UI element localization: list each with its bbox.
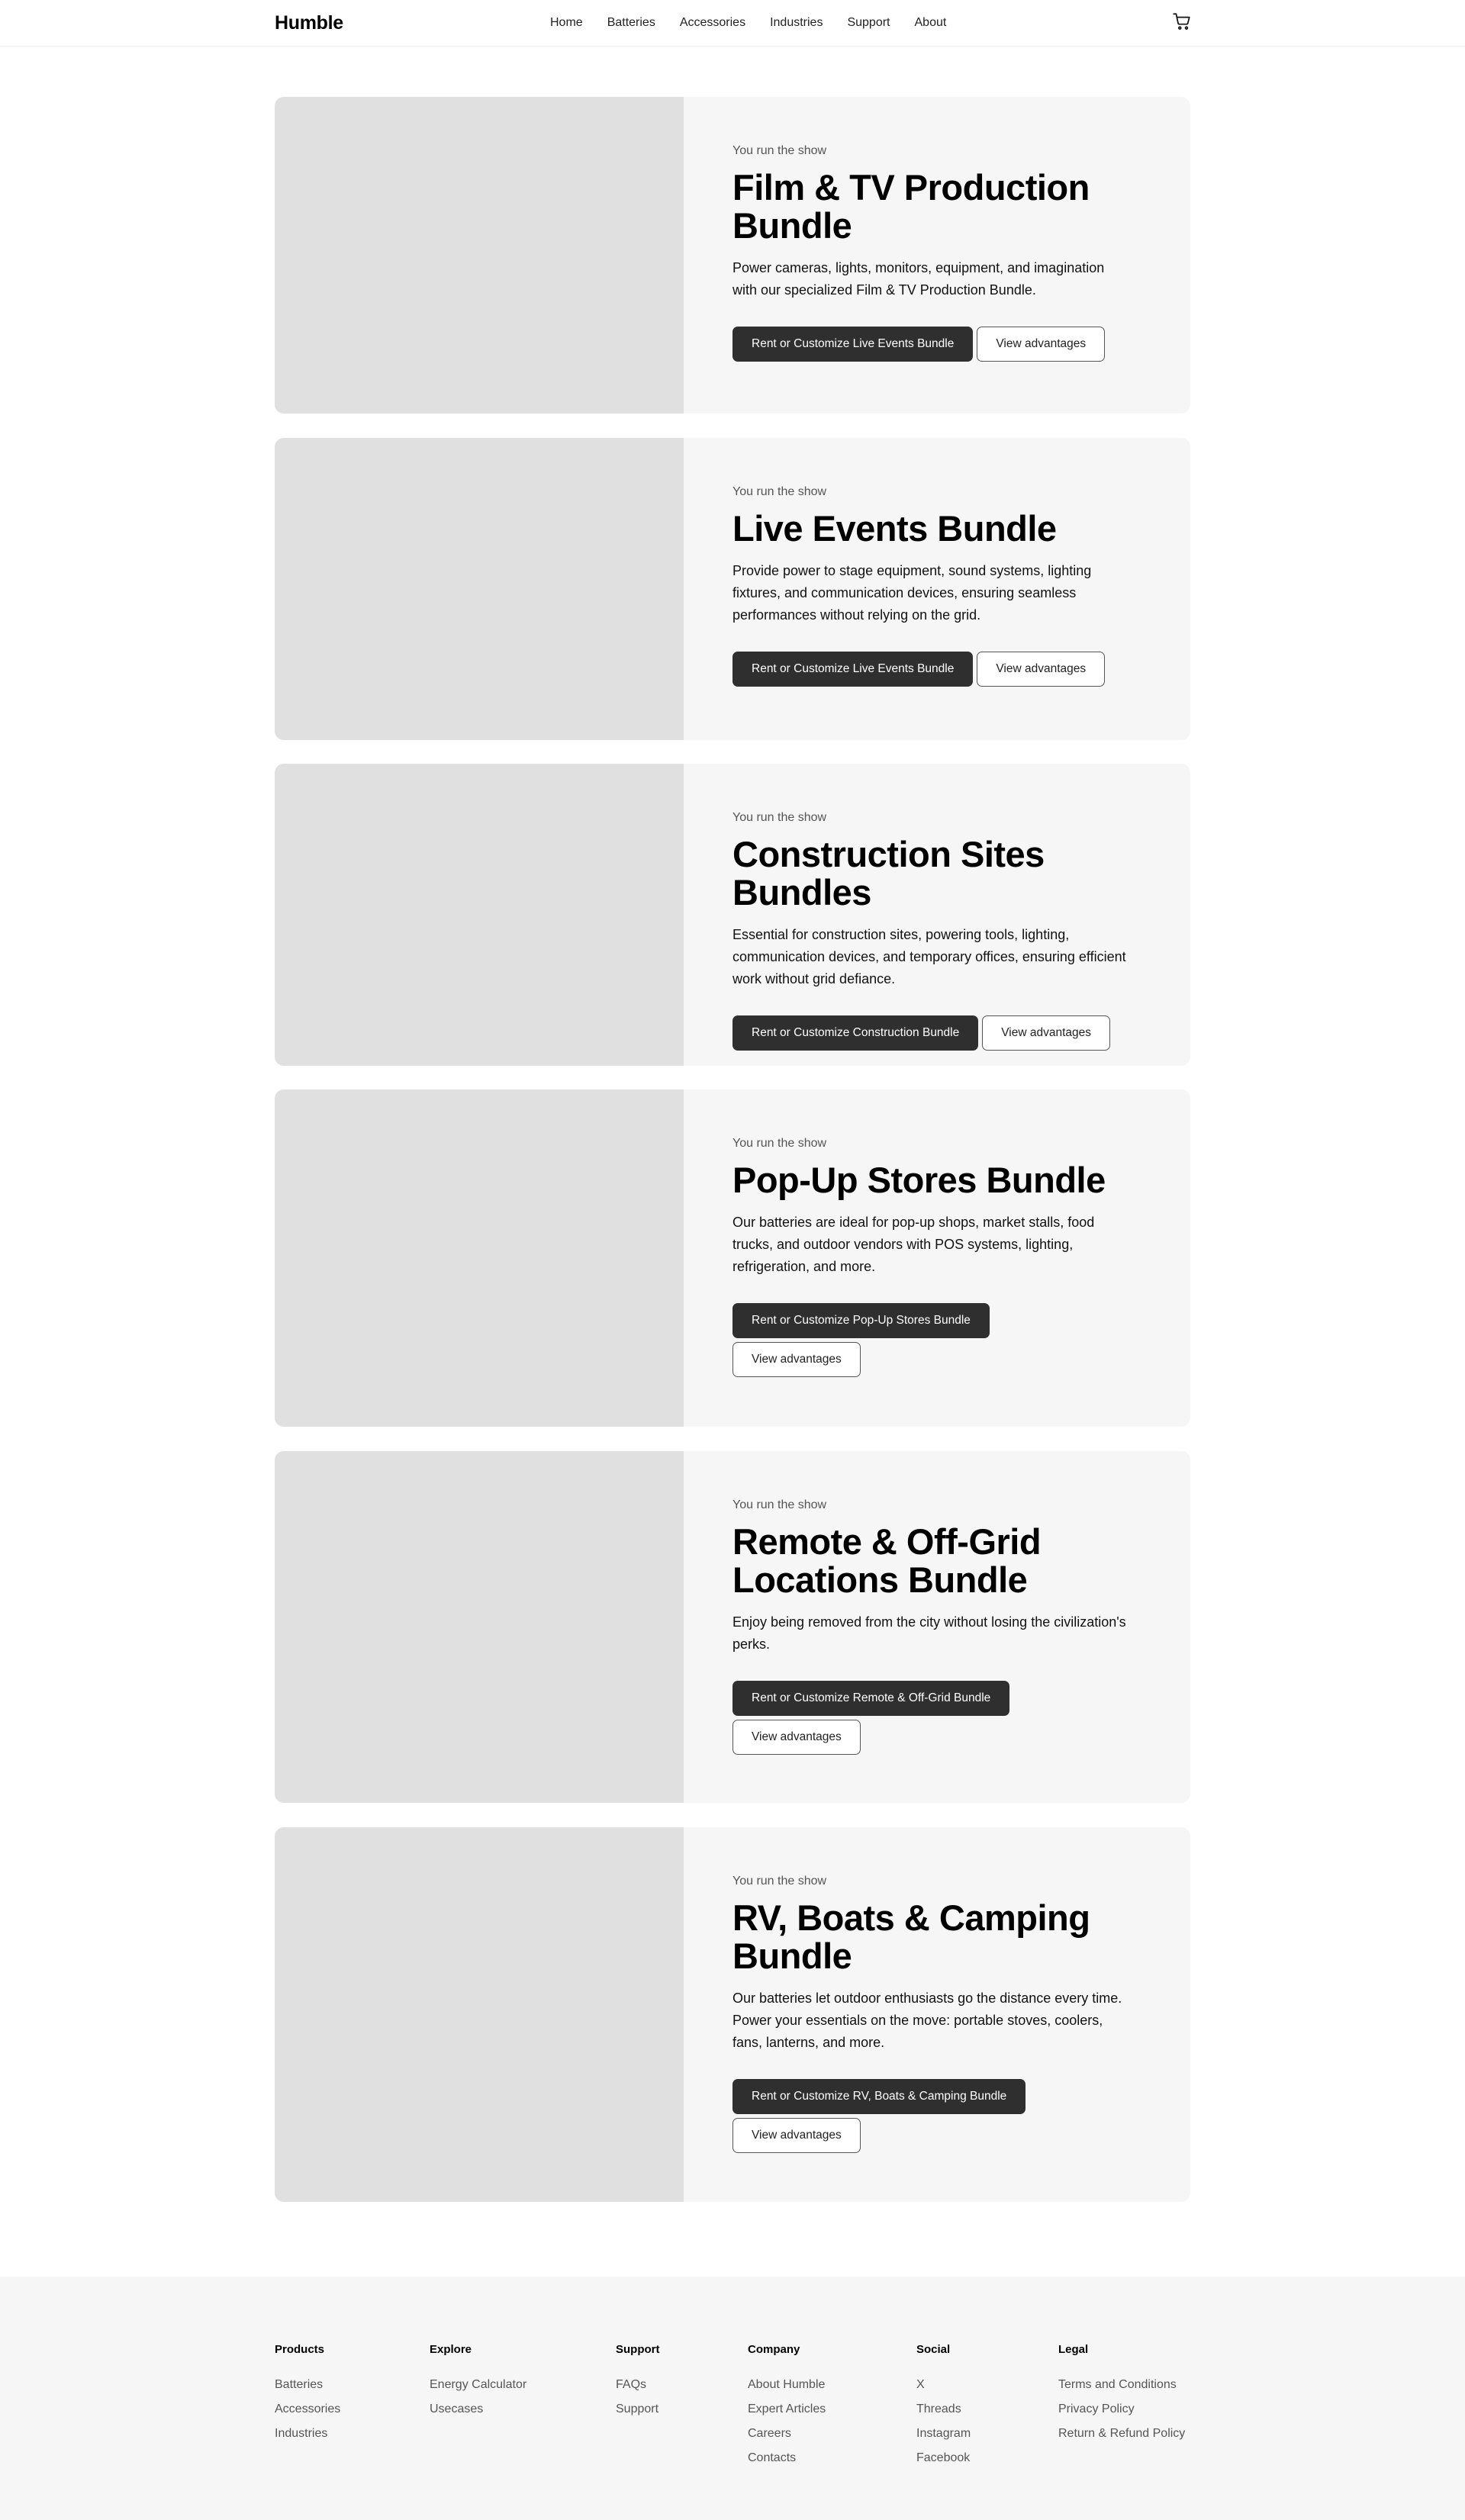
cart-icon[interactable] (1172, 11, 1192, 31)
bundle-card-film-tv: You run the show Film & TV Production Bu… (275, 97, 1190, 414)
rent-customize-button[interactable]: Rent or Customize Remote & Off-Grid Bund… (732, 1681, 1010, 1716)
bundle-content: You run the show Film & TV Production Bu… (732, 144, 1160, 362)
view-advantages-button[interactable]: View advantages (977, 652, 1106, 687)
bundle-image-placeholder (275, 764, 684, 1066)
bundle-description: Power cameras, lights, monitors, equipme… (732, 260, 1105, 298)
view-advantages-button[interactable]: View advantages (732, 1720, 861, 1755)
footer-link-x[interactable]: X (916, 2377, 971, 2393)
footer-link-about-humble[interactable]: About Humble (748, 2377, 826, 2393)
footer-link-refund-policy[interactable]: Return & Refund Policy (1058, 2426, 1185, 2441)
rent-customize-button[interactable]: Rent or Customize Pop-Up Stores Bundle (732, 1303, 990, 1338)
footer-link-terms[interactable]: Terms and Conditions (1058, 2377, 1185, 2393)
bundle-actions: Rent or Customize Live Events Bundle Vie… (732, 652, 1160, 687)
bundle-actions: Rent or Customize Live Events Bundle Vie… (732, 327, 1160, 362)
site-footer: Products Batteries Accessories Industrie… (0, 2277, 1465, 2520)
bundle-content: You run the show RV, Boats & Camping Bun… (732, 1875, 1160, 2153)
bundle-actions: Rent or Customize Construction Bundle Vi… (732, 1015, 1160, 1051)
bundle-title: Pop-Up Stores Bundle (732, 1160, 1106, 1200)
footer-column-legal: Legal Terms and Conditions Privacy Polic… (1058, 2343, 1185, 2451)
bundle-eyebrow: You run the show (732, 1875, 827, 1888)
bundle-content: You run the show Construction Sites Bund… (732, 811, 1160, 1051)
footer-heading: Social (916, 2343, 951, 2356)
nav-about[interactable]: About (915, 16, 947, 30)
bundle-eyebrow: You run the show (732, 811, 827, 824)
nav-industries[interactable]: Industries (770, 16, 823, 30)
footer-link-contacts[interactable]: Contacts (748, 2451, 826, 2466)
bundle-eyebrow: You run the show (732, 144, 827, 157)
bundle-title: Film & TV Production Bundle (732, 167, 1090, 246)
main-nav: Home Batteries Accessories Industries Su… (550, 16, 946, 30)
bundle-description: Enjoy being removed from the city withou… (732, 1614, 1126, 1652)
bundle-description: Provide power to stage equipment, sound … (732, 563, 1092, 623)
footer-column-products: Products Batteries Accessories Industrie… (275, 2343, 340, 2451)
bundle-actions: Rent or Customize Pop-Up Stores Bundle V… (732, 1303, 1053, 1377)
bundle-content: You run the show Live Events Bundle Prov… (732, 485, 1160, 687)
nav-accessories[interactable]: Accessories (680, 16, 745, 30)
footer-heading: Legal (1058, 2343, 1089, 2356)
footer-heading: Support (616, 2343, 660, 2356)
footer-link-threads[interactable]: Threads (916, 2402, 971, 2417)
bundle-title: RV, Boats & Camping Bundle (732, 1897, 1090, 1976)
footer-link-careers[interactable]: Careers (748, 2426, 826, 2441)
bundle-image-placeholder (275, 1827, 684, 2202)
bundle-image-placeholder (275, 1089, 684, 1427)
bundle-actions: Rent or Customize RV, Boats & Camping Bu… (732, 2079, 1053, 2153)
bundle-description: Essential for construction sites, poweri… (732, 927, 1126, 986)
bundle-card-rv-boats-camping: You run the show RV, Boats & Camping Bun… (275, 1827, 1190, 2202)
nav-batteries[interactable]: Batteries (607, 16, 655, 30)
bundle-description: Our batteries are ideal for pop-up shops… (732, 1215, 1095, 1274)
footer-column-company: Company About Humble Expert Articles Car… (748, 2343, 826, 2475)
bundle-content: You run the show Remote & Off-Grid Locat… (732, 1498, 1160, 1755)
bundle-title: Construction Sites Bundles (732, 834, 1045, 912)
nav-support[interactable]: Support (847, 16, 890, 30)
footer-link-expert-articles[interactable]: Expert Articles (748, 2402, 826, 2417)
bundle-eyebrow: You run the show (732, 485, 827, 498)
footer-link-energy-calculator[interactable]: Energy Calculator (430, 2377, 526, 2393)
bundle-actions: Rent or Customize Remote & Off-Grid Bund… (732, 1681, 1053, 1755)
bundle-image-placeholder (275, 97, 684, 414)
nav-home[interactable]: Home (550, 16, 583, 30)
bundle-card-pop-up-stores: You run the show Pop-Up Stores Bundle Ou… (275, 1089, 1190, 1427)
footer-link-usecases[interactable]: Usecases (430, 2402, 526, 2417)
footer-heading: Explore (430, 2343, 472, 2356)
rent-customize-button[interactable]: Rent or Customize Construction Bundle (732, 1015, 979, 1051)
bundle-image-placeholder (275, 438, 684, 740)
footer-link-support[interactable]: Support (616, 2402, 660, 2417)
footer-column-support: Support FAQs Support (616, 2343, 660, 2426)
bundle-card-remote-off-grid: You run the show Remote & Off-Grid Locat… (275, 1451, 1190, 1803)
bundle-eyebrow: You run the show (732, 1498, 827, 1511)
bundle-content: You run the show Pop-Up Stores Bundle Ou… (732, 1137, 1160, 1377)
bundle-description: Our batteries let outdoor enthusiasts go… (732, 1991, 1122, 2050)
bundle-title: Live Events Bundle (732, 508, 1057, 549)
footer-link-faqs[interactable]: FAQs (616, 2377, 660, 2393)
footer-link-facebook[interactable]: Facebook (916, 2451, 971, 2466)
footer-link-instagram[interactable]: Instagram (916, 2426, 971, 2441)
bundle-card-live-events: You run the show Live Events Bundle Prov… (275, 438, 1190, 740)
rent-customize-button[interactable]: Rent or Customize RV, Boats & Camping Bu… (732, 2079, 1026, 2114)
view-advantages-button[interactable]: View advantages (982, 1015, 1111, 1051)
footer-link-industries[interactable]: Industries (275, 2426, 340, 2441)
bundle-eyebrow: You run the show (732, 1137, 827, 1150)
footer-link-batteries[interactable]: Batteries (275, 2377, 340, 2393)
site-header: Humble Home Batteries Accessories Indust… (0, 0, 1465, 47)
footer-link-accessories[interactable]: Accessories (275, 2402, 340, 2417)
bundle-image-placeholder (275, 1451, 684, 1803)
bundle-title: Remote & Off-Grid Locations Bundle (732, 1521, 1042, 1600)
footer-heading: Company (748, 2343, 800, 2356)
footer-column-social: Social X Threads Instagram Facebook (916, 2343, 971, 2475)
bundle-card-construction: You run the show Construction Sites Bund… (275, 764, 1190, 1066)
logo[interactable]: Humble (275, 12, 343, 34)
view-advantages-button[interactable]: View advantages (977, 327, 1106, 362)
view-advantages-button[interactable]: View advantages (732, 1342, 861, 1377)
view-advantages-button[interactable]: View advantages (732, 2118, 861, 2153)
footer-column-explore: Explore Energy Calculator Usecases (430, 2343, 526, 2426)
footer-heading: Products (275, 2343, 325, 2356)
footer-link-privacy-policy[interactable]: Privacy Policy (1058, 2402, 1185, 2417)
rent-customize-button[interactable]: Rent or Customize Live Events Bundle (732, 652, 974, 687)
rent-customize-button[interactable]: Rent or Customize Live Events Bundle (732, 327, 974, 362)
